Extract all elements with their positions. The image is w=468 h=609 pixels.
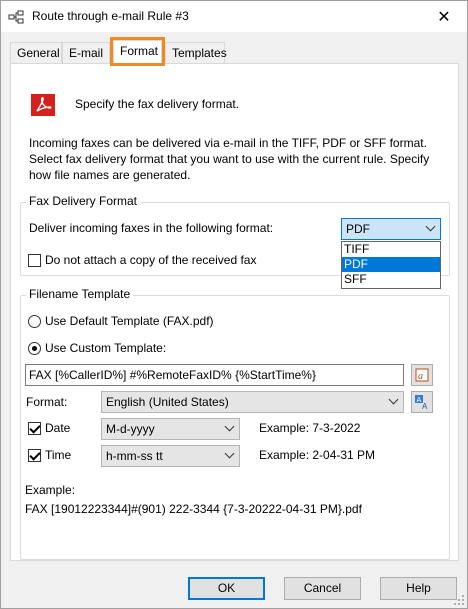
chevron-down-icon [224, 448, 235, 459]
header-text: Specify the fax delivery format. [75, 97, 240, 111]
resize-grip-icon[interactable] [453, 594, 465, 606]
no-attach-label: Do not attach a copy of the received fax [45, 253, 257, 267]
default-template-label: Use Default Template (FAX.pdf) [45, 314, 214, 328]
date-checkbox[interactable] [28, 422, 41, 435]
close-icon: ✕ [437, 8, 451, 26]
tab-templates-label: Templates [172, 46, 227, 60]
description-line-2: Select fax delivery format that you want… [29, 152, 430, 166]
dropdown-option-sff[interactable]: SFF [342, 272, 440, 287]
svg-text:A: A [417, 397, 422, 404]
date-format-value: M-d-yyyy [106, 422, 155, 436]
tab-email-label: E-mail [69, 46, 104, 60]
description: Incoming faxes can be delivered via e-ma… [29, 135, 429, 183]
close-button[interactable]: ✕ [421, 1, 467, 32]
time-format-select[interactable]: h-mm-ss tt [101, 445, 240, 467]
time-checkbox[interactable] [28, 449, 41, 462]
insert-variable-icon: a [415, 368, 429, 382]
dialog-window: Route through e-mail Rule #3 ✕ General E… [0, 0, 468, 609]
delivery-format-dropdown: TIFF PDF SFF [341, 241, 441, 289]
template-input[interactable]: FAX [%CallerID%] #%RemoteFaxID% {%StartT… [25, 364, 404, 386]
time-label: Time [45, 448, 72, 462]
tab-templates[interactable]: Templates [165, 42, 227, 64]
dropdown-option-tiff[interactable]: TIFF [342, 242, 440, 257]
default-template-radio[interactable] [28, 315, 41, 328]
cancel-button[interactable]: Cancel [284, 577, 361, 600]
date-example: Example: 7-3-2022 [259, 421, 361, 435]
locale-format-select[interactable]: English (United States) [101, 391, 404, 413]
format-label: Format: [26, 395, 68, 409]
locale-settings-button[interactable]: A A [411, 391, 433, 413]
chevron-down-icon [388, 394, 399, 405]
chevron-down-icon [224, 421, 235, 432]
tab-general[interactable]: General [10, 42, 62, 64]
window-title: Route through e-mail Rule #3 [32, 9, 189, 23]
chevron-down-icon [425, 221, 436, 232]
svg-text:A: A [422, 402, 428, 410]
tab-general-label: General [17, 46, 60, 60]
fax-delivery-legend: Fax Delivery Format [26, 194, 141, 208]
locale-format-value: English (United States) [106, 395, 229, 409]
help-button[interactable]: Help [380, 577, 457, 600]
custom-template-radio[interactable] [28, 342, 41, 355]
tab-email[interactable]: E-mail [62, 42, 110, 64]
date-label: Date [45, 421, 71, 435]
insert-variable-button[interactable]: a [411, 364, 433, 386]
custom-template-label: Use Custom Template: [45, 341, 167, 355]
dropdown-option-pdf[interactable]: PDF [342, 257, 440, 272]
time-format-value: h-mm-ss tt [106, 449, 163, 463]
date-format-select[interactable]: M-d-yyyy [101, 418, 240, 440]
description-line-1: Incoming faxes can be delivered via e-ma… [29, 136, 427, 150]
delivery-format-label: Deliver incoming faxes in the following … [29, 221, 274, 235]
delivery-format-value: PDF [346, 222, 370, 236]
no-attach-checkbox[interactable] [28, 254, 41, 267]
routing-icon [8, 10, 24, 24]
example-value: FAX [19012223344]#(901) 222-3344 {7-3-20… [25, 502, 362, 516]
ok-button[interactable]: OK [188, 577, 265, 600]
pdf-icon [31, 94, 55, 116]
tab-format-label: Format [120, 44, 159, 58]
description-line-3: how file names are generated. [29, 168, 191, 182]
tab-format[interactable]: Format [113, 40, 162, 65]
language-icon: A A [415, 395, 428, 410]
filename-template-legend: Filename Template [26, 287, 134, 301]
example-label: Example: [25, 483, 76, 497]
title-bar: Route through e-mail Rule #3 ✕ [1, 1, 467, 32]
svg-text:a: a [418, 371, 423, 382]
delivery-format-select[interactable]: PDF [341, 218, 441, 240]
time-example: Example: 2-04-31 PM [259, 448, 376, 462]
